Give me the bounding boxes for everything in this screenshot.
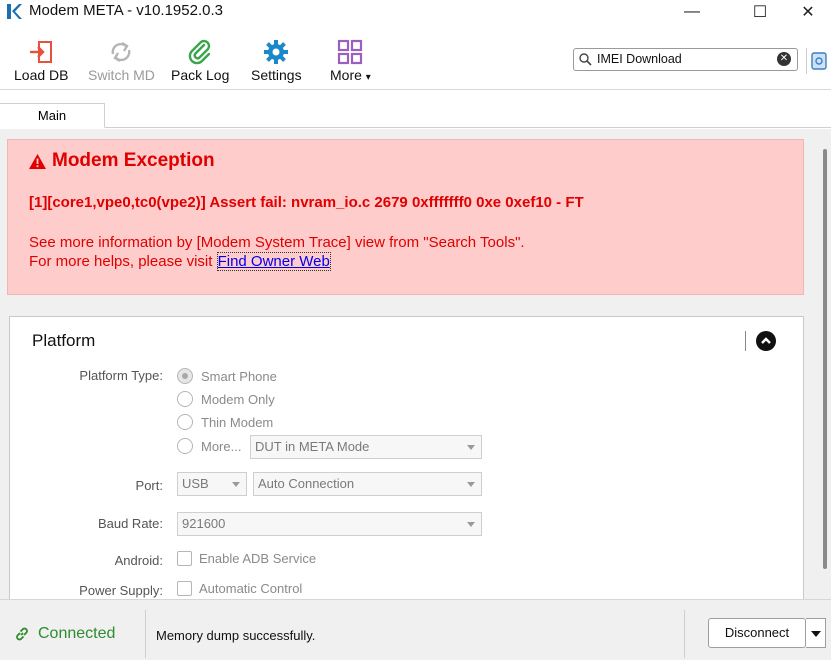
search-box[interactable]: IMEI Download ✕: [573, 48, 798, 71]
more-text: More: [330, 67, 362, 83]
radio-dot: [177, 391, 193, 407]
radio-label: Smart Phone: [201, 368, 277, 384]
exception-info-line2: For more helps, please visit Find Owner …: [29, 252, 525, 271]
radio-more[interactable]: More...: [177, 438, 241, 454]
maximize-button[interactable]: ☐: [737, 0, 783, 24]
app-logo-icon: [7, 4, 22, 19]
automatic-control-checkbox[interactable]: Automatic Control: [177, 581, 302, 596]
main-content: Modem Exception [1][core1,vpe0,tc0(vpe2)…: [0, 129, 821, 599]
minimize-button[interactable]: —: [669, 0, 715, 24]
connection-text: Connected: [38, 625, 116, 642]
radio-dot: [177, 438, 193, 454]
more-button[interactable]: More ▾: [330, 37, 371, 87]
vertical-scrollbar[interactable]: [821, 129, 831, 599]
collapse-panel-button[interactable]: [756, 331, 776, 351]
grid-icon: [335, 37, 365, 67]
settings-label: Settings: [251, 67, 302, 83]
chevron-up-icon: [761, 337, 771, 344]
status-divider: [145, 610, 146, 658]
side-panel-icon[interactable]: [808, 52, 828, 70]
load-db-button[interactable]: Load DB: [14, 37, 68, 87]
gear-icon: [261, 37, 291, 67]
switch-md-button[interactable]: Switch MD: [88, 37, 155, 87]
connection-value: Auto Connection: [258, 476, 355, 491]
baud-rate-value: 921600: [182, 516, 226, 531]
exception-info-line1: See more information by [Modem System Tr…: [29, 234, 525, 251]
load-db-icon: [26, 37, 56, 67]
paperclip-icon: [185, 37, 215, 67]
status-message: Memory dump successfully.: [156, 628, 316, 643]
tab-main[interactable]: Main: [0, 103, 105, 128]
checkbox-label: Enable ADB Service: [199, 551, 317, 566]
disconnect-button[interactable]: Disconnect: [708, 618, 806, 648]
meta-mode-value: DUT in META Mode: [255, 439, 370, 454]
window-title: Modem META - v10.1952.0.3: [29, 2, 223, 19]
tab-bar: Main: [0, 90, 831, 128]
settings-button[interactable]: Settings: [251, 37, 302, 87]
radio-thin-modem[interactable]: Thin Modem: [177, 414, 273, 430]
warning-icon: [29, 153, 46, 169]
baud-rate-select[interactable]: 921600: [177, 512, 482, 536]
more-label: More ▾: [330, 67, 371, 83]
platform-type-label: Platform Type:: [79, 368, 163, 383]
platform-title: Platform: [32, 331, 96, 350]
exception-title: Modem Exception: [29, 150, 215, 172]
enable-adb-checkbox[interactable]: Enable ADB Service: [177, 551, 316, 566]
scrollbar-thumb[interactable]: [823, 149, 827, 569]
toolbar-divider: [806, 48, 807, 74]
chevron-down-icon: [467, 482, 475, 487]
radio-modem-only[interactable]: Modem Only: [177, 391, 275, 407]
panel-divider: [745, 331, 746, 351]
radio-smart-phone[interactable]: Smart Phone: [177, 368, 277, 384]
radio-dot: [177, 368, 193, 384]
connection-status: Connected: [14, 625, 115, 643]
platform-panel: Platform Platform Type: Smart Phone Mode…: [9, 316, 804, 599]
port-select[interactable]: USB: [177, 472, 247, 496]
port-value: USB: [182, 476, 209, 491]
find-owner-web-link[interactable]: Find Owner Web: [216, 252, 331, 271]
chevron-down-icon: [467, 522, 475, 527]
help-prefix: For more helps, please visit: [29, 253, 217, 270]
toolbar: Load DB Switch MD Pack Log Settings More…: [0, 24, 831, 90]
modem-exception-banner: Modem Exception [1][core1,vpe0,tc0(vpe2)…: [7, 139, 804, 295]
pack-log-button[interactable]: Pack Log: [171, 37, 229, 87]
checkbox-box: [177, 551, 192, 566]
meta-mode-select[interactable]: DUT in META Mode: [250, 435, 482, 459]
baud-rate-label: Baud Rate:: [97, 516, 163, 531]
radio-label: More...: [201, 438, 242, 454]
disconnect-dropdown-button[interactable]: [806, 618, 826, 648]
chevron-down-icon: [232, 482, 240, 487]
search-input[interactable]: IMEI Download: [597, 52, 682, 66]
android-label: Android:: [114, 553, 163, 568]
close-button[interactable]: ✕: [785, 0, 831, 24]
exception-detail: [1][core1,vpe0,tc0(vpe2)] Assert fail: n…: [29, 194, 584, 211]
connection-select[interactable]: Auto Connection: [253, 472, 482, 496]
chevron-down-icon: ▾: [365, 72, 371, 83]
radio-label: Modem Only: [201, 391, 275, 407]
switch-md-label: Switch MD: [88, 67, 155, 83]
exception-info: See more information by [Modem System Tr…: [29, 233, 525, 271]
clear-search-icon[interactable]: ✕: [777, 52, 791, 66]
chevron-down-icon: [811, 631, 821, 637]
status-divider: [684, 610, 685, 658]
status-bar: Connected Memory dump successfully. Disc…: [0, 599, 831, 660]
switch-md-icon: [106, 37, 136, 67]
chevron-down-icon: [467, 445, 475, 450]
radio-dot: [177, 414, 193, 430]
radio-label: Thin Modem: [201, 414, 274, 430]
search-icon: [579, 53, 592, 66]
port-label: Port:: [135, 478, 163, 493]
title-bar: Modem META - v10.1952.0.3 — ☐ ✕: [0, 0, 831, 24]
checkbox-label: Automatic Control: [199, 581, 303, 596]
load-db-label: Load DB: [14, 67, 69, 83]
modem-meta-window: Modem META - v10.1952.0.3 — ☐ ✕ Load DB: [0, 0, 831, 660]
power-supply-label: Power Supply:: [79, 583, 163, 598]
link-icon: [16, 627, 28, 641]
pack-log-label: Pack Log: [171, 67, 230, 83]
checkbox-box: [177, 581, 192, 596]
exception-title-text: Modem Exception: [52, 150, 215, 171]
